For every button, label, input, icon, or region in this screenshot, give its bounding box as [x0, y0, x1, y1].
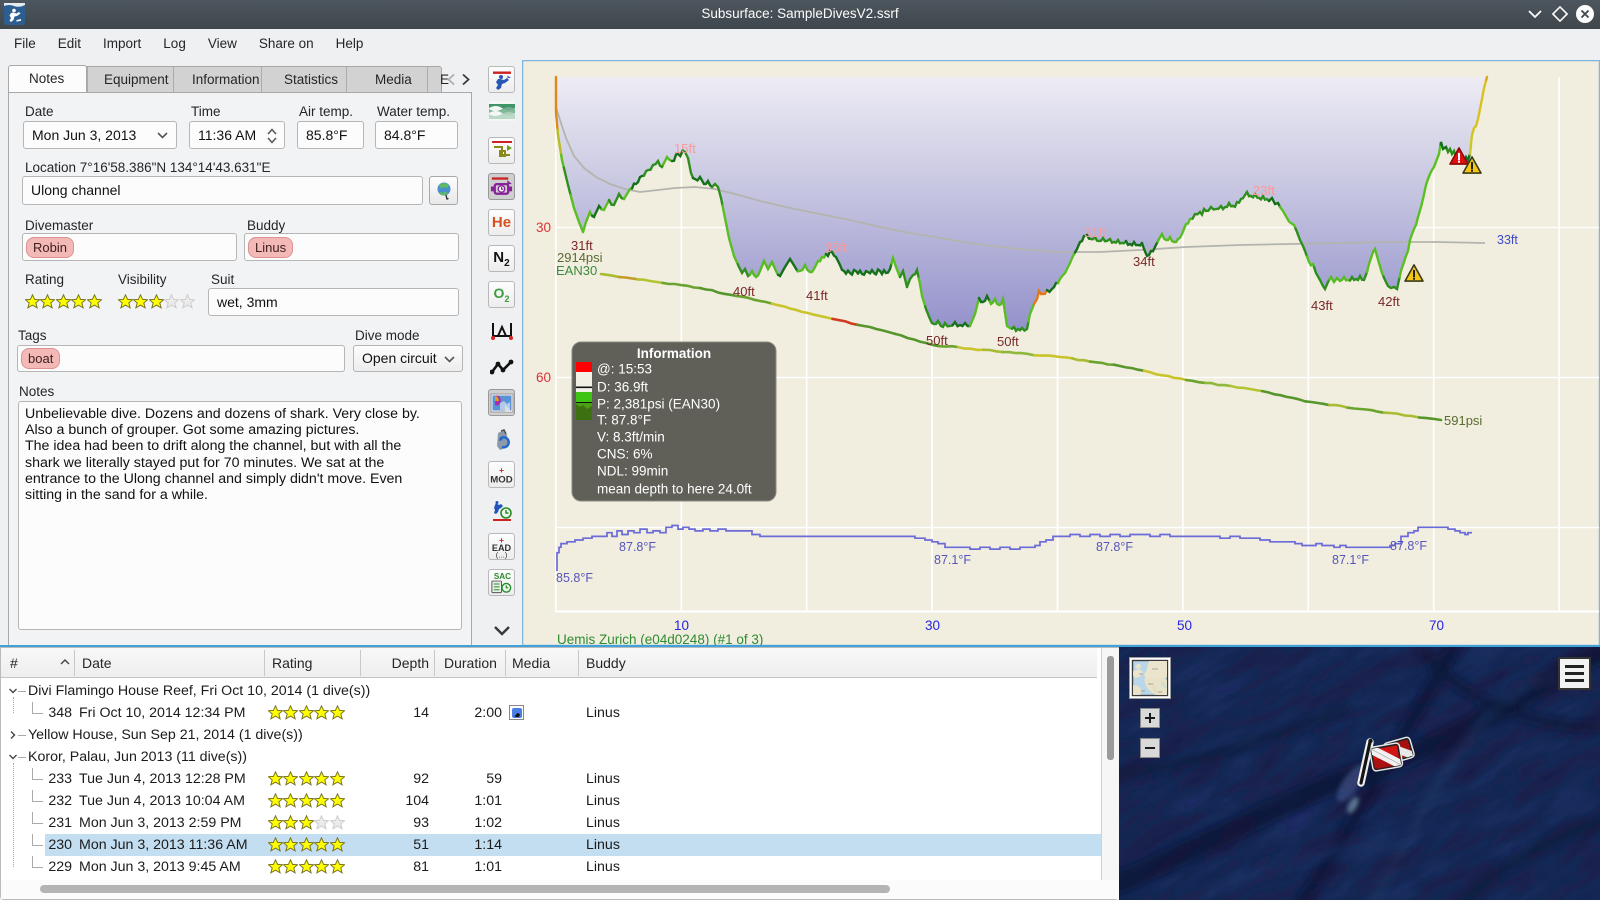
- svg-text:591psi: 591psi: [1444, 413, 1482, 428]
- svg-text:50ft: 50ft: [997, 334, 1019, 349]
- svg-text:34ft: 34ft: [1133, 254, 1155, 269]
- svg-text:40ft: 40ft: [733, 284, 755, 299]
- svg-text:SAC: SAC: [494, 572, 511, 581]
- svg-text:mean depth to here 24.0ft: mean depth to here 24.0ft: [597, 482, 752, 497]
- svg-text:D: 36.9ft: D: 36.9ft: [597, 380, 648, 395]
- svg-text:60: 60: [536, 370, 551, 385]
- svg-text:85.8°F: 85.8°F: [556, 571, 593, 585]
- svg-text:23ft: 23ft: [1253, 183, 1275, 198]
- svg-text:30: 30: [925, 618, 940, 633]
- svg-text:87.1°F: 87.1°F: [934, 553, 971, 567]
- svg-text:T: 87.8°F: T: 87.8°F: [597, 413, 651, 428]
- svg-text:42ft: 42ft: [1378, 294, 1400, 309]
- svg-text:87.1°F: 87.1°F: [1332, 553, 1369, 567]
- svg-text:33ft: 33ft: [1497, 233, 1518, 247]
- svg-text:EAN30: EAN30: [556, 263, 597, 278]
- svg-text:V: 8.3ft/min: V: 8.3ft/min: [597, 430, 665, 445]
- svg-text:@: 15:53: @: 15:53: [597, 362, 652, 377]
- svg-text:87.8°F: 87.8°F: [619, 540, 656, 554]
- svg-text:70: 70: [1429, 618, 1444, 633]
- svg-text:15ft: 15ft: [674, 141, 696, 156]
- svg-text:87.8°F: 87.8°F: [1390, 539, 1427, 553]
- svg-text:43ft: 43ft: [1311, 298, 1333, 313]
- svg-text:CNS: 6%: CNS: 6%: [597, 447, 653, 462]
- svg-text:+: +: [499, 465, 504, 475]
- svg-text:41ft: 41ft: [806, 288, 828, 303]
- svg-text:Information: Information: [637, 346, 711, 361]
- svg-text:31ft: 31ft: [1084, 225, 1106, 240]
- svg-text:10: 10: [674, 618, 689, 633]
- svg-text:50: 50: [1177, 618, 1192, 633]
- svg-text:NDL: 99min: NDL: 99min: [597, 464, 668, 479]
- svg-text:50ft: 50ft: [926, 333, 948, 348]
- svg-text:30: 30: [536, 220, 551, 235]
- svg-text:MOD: MOD: [490, 474, 512, 485]
- svg-text:P: 2,381psi (EAN30): P: 2,381psi (EAN30): [597, 397, 720, 412]
- svg-text:(...): (...): [496, 550, 508, 558]
- svg-text:35ft: 35ft: [825, 240, 847, 255]
- svg-text:87.8°F: 87.8°F: [1096, 540, 1133, 554]
